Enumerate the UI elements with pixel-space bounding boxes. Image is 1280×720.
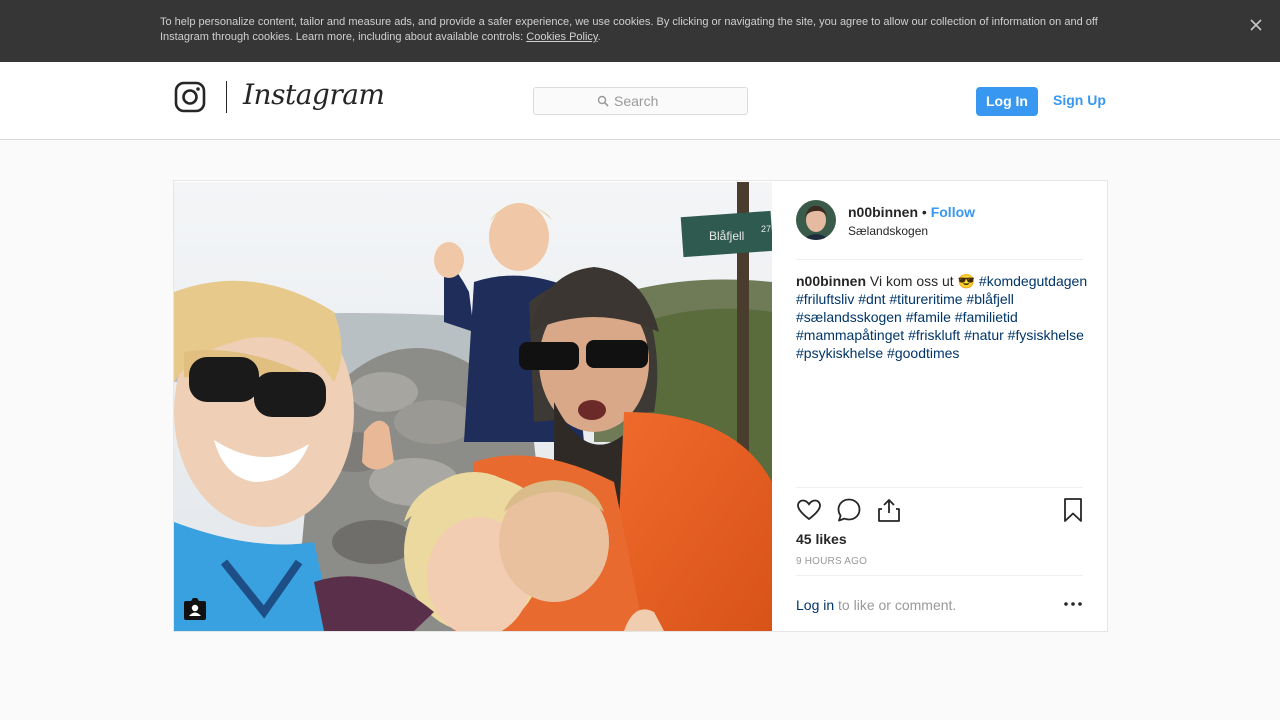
comment-prompt-text: to like or comment. [834,597,957,613]
logo-divider [226,81,227,113]
cookies-policy-link[interactable]: Cookies Policy [526,31,597,43]
tagged-users-icon[interactable] [182,597,208,621]
hashtag-link[interactable]: #familietid [955,309,1018,325]
close-icon[interactable] [1248,17,1264,33]
hashtag-link[interactable]: #mammapåtinget [796,327,904,343]
divider [796,259,1083,260]
caption-text: Vi kom oss ut 😎 [869,273,976,289]
divider [796,487,1083,488]
sign-label: Blåfjell [709,229,744,243]
post-details-panel: n00binnen • Follow Sælandskogen n00binne… [772,181,1107,631]
hashtag-link[interactable]: #sælandsskogen [796,309,902,325]
post-author-username[interactable]: n00binnen [848,204,918,220]
post-timestamp[interactable]: 9 HOURS AGO [796,556,867,567]
hashtag-link[interactable]: #titureritime [889,291,962,307]
hashtag-link[interactable]: #natur [964,327,1004,343]
sign-number: 27 [761,224,771,234]
instagram-wordmark[interactable]: Instagram [243,78,385,111]
hashtag-link[interactable]: #goodtimes [887,345,959,361]
search-box[interactable] [533,87,748,115]
post-caption: n00binnen Vi kom oss ut 😎 #komdegutdagen… [796,272,1091,362]
post-photo[interactable]: Blåfjell 27 [174,182,772,631]
hashtag-link[interactable]: #dnt [858,291,885,307]
hashtag-link[interactable]: #komdegutdagen [979,273,1087,289]
more-options-icon[interactable] [1062,595,1084,613]
cookie-banner-message: To help personalize content, tailor and … [160,16,1098,43]
hashtag-link[interactable]: #fysiskhelse [1008,327,1084,343]
avatar[interactable] [796,200,836,240]
signup-link[interactable]: Sign Up [1053,92,1106,108]
caption-username[interactable]: n00binnen [796,273,866,289]
login-to-comment-link[interactable]: Log in [796,597,834,613]
hashtag-link[interactable]: #famile [906,309,951,325]
follow-button[interactable]: Follow [931,204,975,220]
post-card: Blåfjell 27 n00binnen • Follow Sælandsko… [173,180,1108,632]
instagram-camera-icon[interactable] [174,81,206,113]
divider [796,575,1083,576]
login-button[interactable]: Log In [976,87,1038,116]
comment-prompt: Log in to like or comment. [796,597,956,613]
share-icon[interactable] [876,497,902,523]
top-navigation-bar: Instagram Log In Sign Up [0,62,1280,140]
separator-dot: • [921,204,927,220]
cookie-banner: To help personalize content, tailor and … [0,0,1280,62]
post-author-row: n00binnen • Follow [848,204,975,220]
bookmark-icon[interactable] [1060,497,1086,523]
hashtag-link[interactable]: #blåfjell [966,291,1013,307]
post-location[interactable]: Sælandskogen [848,224,928,238]
post-photo-image: Blåfjell 27 [174,182,772,631]
search-input[interactable] [614,93,684,109]
hashtag-link[interactable]: #psykiskhelse [796,345,883,361]
likes-count[interactable]: 45 likes [796,531,847,547]
cookie-banner-period: . [597,31,601,43]
comment-bubble-icon[interactable] [836,497,862,523]
heart-icon[interactable] [796,497,822,523]
cookie-banner-text: To help personalize content, tailor and … [160,15,1120,45]
avatar-image [796,200,836,240]
search-icon [597,95,609,107]
hashtag-link[interactable]: #friluftsliv [796,291,854,307]
hashtag-link[interactable]: #friskluft [908,327,960,343]
